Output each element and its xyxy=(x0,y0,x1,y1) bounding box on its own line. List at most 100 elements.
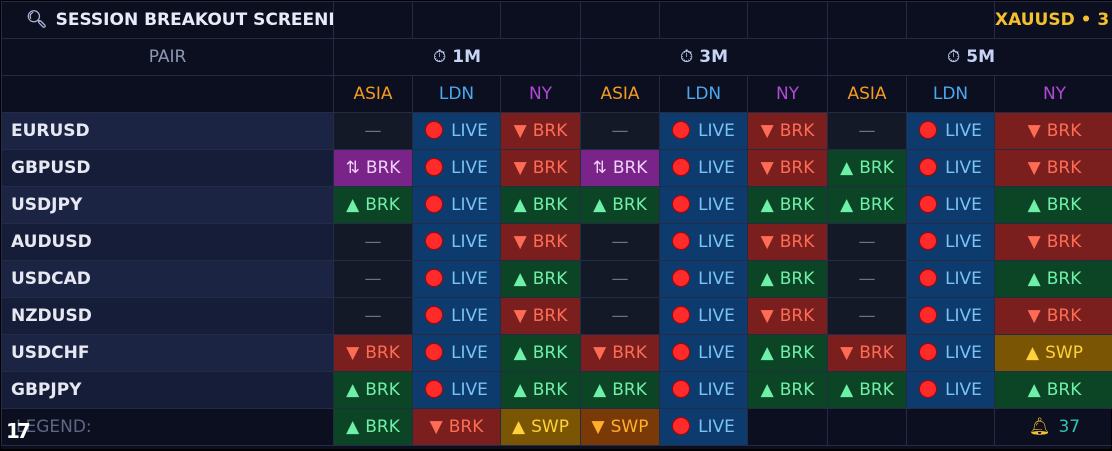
status-cell-asia: ▲BRK xyxy=(581,372,660,409)
status-label: BRK xyxy=(533,343,568,363)
status-cell-ldn: LIVE xyxy=(907,187,995,224)
status-label: LIVE xyxy=(945,232,982,252)
status-label: — xyxy=(365,121,382,141)
live-dot-icon xyxy=(425,306,443,324)
live-dot-icon xyxy=(919,343,937,361)
pair-label[interactable]: USDJPY xyxy=(2,187,334,224)
status-cell-ny: ▲BRK xyxy=(748,335,828,372)
direction-icon: ▼ xyxy=(761,121,774,141)
live-dot-icon xyxy=(672,232,690,250)
pair-label[interactable]: NZDUSD xyxy=(2,298,334,335)
status-cell-asia: — xyxy=(581,224,660,261)
direction-icon: ▲ xyxy=(1028,195,1041,215)
status-cell-ny: ▼BRK xyxy=(501,224,581,261)
status-label: BRK xyxy=(613,158,648,178)
direction-icon: ▲ xyxy=(761,380,774,400)
status-cell-ny: ▲SWP xyxy=(995,335,1112,372)
status-cell-asia: ▲BRK xyxy=(581,187,660,224)
status-cell-ny: ▼BRK xyxy=(748,150,828,187)
status-label: LIVE xyxy=(945,343,982,363)
direction-icon: ▲ xyxy=(346,195,359,215)
direction-icon: ▼ xyxy=(514,121,527,141)
status-cell-asia: — xyxy=(334,113,413,150)
legend-item: LIVE xyxy=(660,409,748,446)
status-cell-ny: ▼BRK xyxy=(995,150,1112,187)
pair-label[interactable]: GBPJPY xyxy=(2,372,334,409)
live-dot-icon xyxy=(919,121,937,139)
status-cell-asia: ⇅BRK xyxy=(334,150,413,187)
direction-icon: ▼ xyxy=(514,306,527,326)
status-label: SWP xyxy=(611,417,649,437)
direction-icon: ▲ xyxy=(514,269,527,289)
status-label: BRK xyxy=(1047,380,1082,400)
status-cell-asia: ⇅BRK xyxy=(581,150,660,187)
status-cell-asia: — xyxy=(581,298,660,335)
status-cell-ldn: LIVE xyxy=(413,224,501,261)
status-label: BRK xyxy=(780,195,815,215)
status-cell-ldn: LIVE xyxy=(413,113,501,150)
status-cell-asia: ▼BRK xyxy=(581,335,660,372)
status-label: BRK xyxy=(780,121,815,141)
bell-icon: 🔔︎ xyxy=(1029,417,1051,437)
direction-icon: ▲ xyxy=(593,380,606,400)
status-cell-asia: — xyxy=(828,224,907,261)
status-label: BRK xyxy=(365,343,400,363)
legend-item: ▼BRK xyxy=(413,409,501,446)
live-dot-icon xyxy=(672,121,690,139)
status-cell-ny: ▲BRK xyxy=(501,261,581,298)
status-label: LIVE xyxy=(698,343,735,363)
status-cell-ldn: LIVE xyxy=(413,298,501,335)
status-label: BRK xyxy=(780,343,815,363)
status-cell-asia: — xyxy=(828,261,907,298)
direction-icon: ▲ xyxy=(514,195,527,215)
direction-icon: ▲ xyxy=(514,380,527,400)
status-label: BRK xyxy=(780,269,815,289)
tradingview-logo[interactable]: 17 xyxy=(6,419,28,443)
status-cell-asia: — xyxy=(334,261,413,298)
status-cell-asia: ▲BRK xyxy=(828,187,907,224)
alert-counter[interactable]: 🔔︎37 xyxy=(995,409,1112,446)
session-row: ASIA LDN NY ASIA LDN NY ASIA LDN NY xyxy=(2,76,1112,113)
status-label: BRK xyxy=(533,380,568,400)
direction-icon: ▲ xyxy=(1026,343,1039,363)
direction-icon: ▲ xyxy=(512,417,525,437)
status-label: LIVE xyxy=(698,380,735,400)
status-label: LIVE xyxy=(945,306,982,326)
status-label: BRK xyxy=(859,195,894,215)
direction-icon: ⇅ xyxy=(346,158,360,178)
live-dot-icon xyxy=(425,158,443,176)
status-cell-ldn: LIVE xyxy=(413,335,501,372)
direction-icon: ▲ xyxy=(514,343,527,363)
title-row: 🔍︎SESSION BREAKOUT SCREENER XAUUSD • 3 xyxy=(2,2,1112,39)
status-label: LIVE xyxy=(945,158,982,178)
session-header-ny: NY xyxy=(995,76,1112,113)
status-label: BRK xyxy=(1047,269,1082,289)
status-label: — xyxy=(365,306,382,326)
pair-label[interactable]: GBPUSD xyxy=(2,150,334,187)
status-label: BRK xyxy=(1047,232,1082,252)
status-label: LIVE xyxy=(698,232,735,252)
live-dot-icon xyxy=(425,121,443,139)
status-label: LIVE xyxy=(698,269,735,289)
pair-label[interactable]: EURUSD xyxy=(2,113,334,150)
status-label: — xyxy=(859,232,876,252)
status-cell-ldn: LIVE xyxy=(907,372,995,409)
status-label: — xyxy=(612,269,629,289)
status-cell-asia: ▲BRK xyxy=(828,150,907,187)
direction-icon: ▼ xyxy=(761,232,774,252)
pair-label[interactable]: AUDUSD xyxy=(2,224,334,261)
symbol-badge: XAUUSD • 3 xyxy=(995,2,1112,39)
pair-label[interactable]: USDCHF xyxy=(2,335,334,372)
status-label: BRK xyxy=(780,306,815,326)
legend-label: LEGEND: xyxy=(2,409,334,446)
search-icon: 🔍︎ xyxy=(26,10,48,30)
status-cell-ny: ▼BRK xyxy=(501,150,581,187)
session-header-asia: ASIA xyxy=(334,76,413,113)
live-dot-icon xyxy=(672,343,690,361)
pair-label[interactable]: USDCAD xyxy=(2,261,334,298)
status-cell-ldn: LIVE xyxy=(660,224,748,261)
table-row: USDJPY▲BRKLIVE▲BRK▲BRKLIVE▲BRK▲BRKLIVE▲B… xyxy=(2,187,1112,224)
status-label: BRK xyxy=(1047,306,1082,326)
direction-icon: ▼ xyxy=(514,158,527,178)
status-cell-ldn: LIVE xyxy=(660,113,748,150)
